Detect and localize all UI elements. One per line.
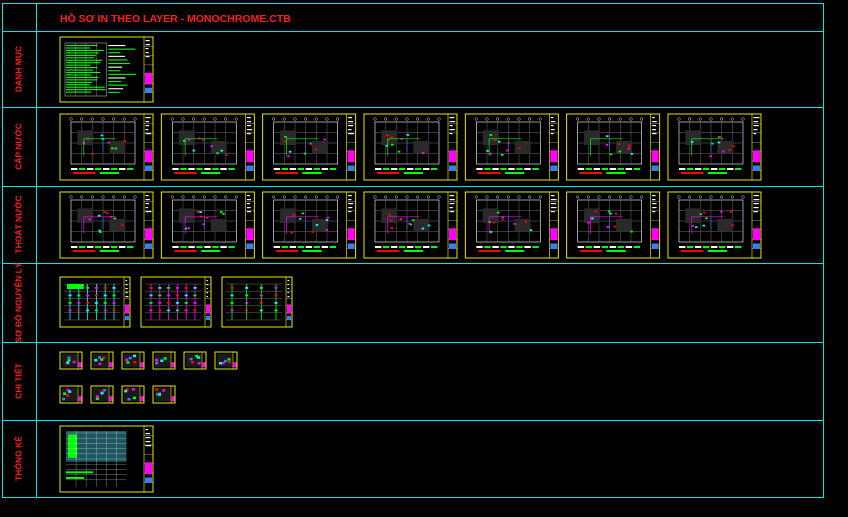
- row-label-cap-nuoc: CẤP NƯỚC: [12, 123, 23, 170]
- row-label-danh-muc: DANH MỤC: [13, 46, 23, 92]
- row-label-thoat-nuoc: THOÁT NƯỚC: [12, 195, 23, 253]
- row-label-so-do-nguyen-ly: SƠ ĐỒ NGUYÊN LÝ: [12, 262, 23, 342]
- row-label-thong-ke: THỐNG KÊ: [12, 436, 23, 481]
- model-space-background: [0, 0, 848, 517]
- row-label-chi-tiet: CHI TIẾT: [13, 362, 23, 398]
- drawing-set-title: HỒ SƠ IN THEO LAYER - MONOCHROME.CTB: [60, 12, 291, 25]
- cad-drawing-canvas[interactable]: HỒ SƠ IN THEO LAYER - MONOCHROME.CTB DAN…: [0, 0, 848, 517]
